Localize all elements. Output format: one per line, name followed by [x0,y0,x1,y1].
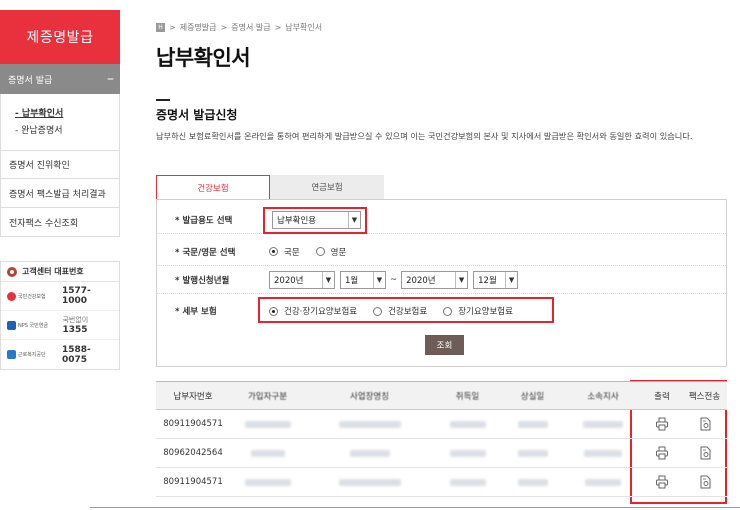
highlight-insurance [258,297,554,323]
table-row: 80911904571 [156,410,727,439]
tab-pension-insurance[interactable]: 연금보험 [270,175,384,199]
col-payer-no: 납부자번호 [173,391,213,402]
printer-icon[interactable] [655,446,669,460]
sidebar-item-efax[interactable]: 전자팩스 수신조회 [0,208,120,237]
description: 납부하신 보험료확인서를 온라인을 통하여 편리하게 발급받으실 수 있으며 이… [156,131,693,141]
section-rule [156,99,170,101]
to-year-select[interactable]: 2020년 ▼ [401,270,469,289]
page-title: 납부확인서 [156,46,251,70]
contact-row: 근로복지공단 1588-0075 [1,340,119,369]
language-row: * 국문/영문 선택 국문 영문 [157,238,726,266]
table-row: 80962042564 [156,439,727,468]
col-acquired: 취득일 [455,391,480,402]
chevron-down-icon: ▼ [505,271,517,288]
col-lost: 상실일 [520,391,545,402]
contact-org: NPS 국민연금 [18,322,48,329]
table-header: 납부자번호 가입자구분 사업장명칭 취득일 상실일 소속지사 출력 팩스전송 [156,381,727,410]
sidebar-section-certificate[interactable]: 증명서 발급 – [0,64,120,94]
radio-button [269,247,278,256]
breadcrumb-item[interactable]: 증명서 발급 [231,22,270,33]
contact-number: 국번없이1355 [62,316,89,335]
sidebar-subitem-payment-confirm[interactable]: - 납부확인서 [15,106,119,119]
to-month-select[interactable]: 12월 ▼ [473,270,519,289]
contact-row: 국민건강보험 1577-1000 [1,282,119,311]
nps-logo: NPS 국민연금 [7,320,62,330]
collapse-icon[interactable]: – [107,72,114,86]
language-label: 국문/영문 선택 [182,247,236,258]
contact-number: 1577-1000 [61,286,91,306]
printer-icon[interactable] [655,475,669,489]
chevron-down-icon: ▼ [373,271,385,288]
contact-title: 고객센터 대표번호 [1,266,119,282]
highlight-purpose [263,207,367,234]
col-print: 출력 [654,391,670,402]
from-year-select[interactable]: 2020년 ▼ [269,270,335,289]
contact-box: 고객센터 대표번호 국민건강보험 1577-1000 NPS 국민연금 국번없이… [0,261,120,370]
col-member-type: 가입자구분 [247,391,288,402]
sidebar-section-label: 증명서 발급 [8,75,53,86]
payer-number: 80911904571 [163,477,223,487]
headset-icon [7,266,17,277]
contact-org: 근로복지공단 [18,352,46,358]
fax-document-icon[interactable] [698,446,712,460]
section-title: 증명서 발급신청 [156,108,238,122]
printer-icon[interactable] [655,417,669,431]
payer-number: 80911904571 [163,419,223,429]
fax-document-icon[interactable] [698,475,712,489]
breadcrumb: H > 제증명발급 > 증명서 발급 > 납부확인서 [156,22,322,33]
insurance-tabs: 건강보험 연금보험 [156,175,384,200]
payer-number: 80962042564 [163,448,223,458]
search-button[interactable]: 조회 [425,335,464,355]
home-icon[interactable]: H [156,23,165,32]
contact-title-label: 고객센터 대표번호 [22,267,84,276]
radio-english[interactable]: 영문 [315,246,346,258]
fax-document-icon[interactable] [698,417,712,431]
bottom-divider [90,507,740,508]
breadcrumb-item[interactable]: 제증명발급 [180,22,217,33]
sidebar-item-verify[interactable]: 증명서 진위확인 [0,150,120,179]
insurance-label: 세부 보험 [182,307,217,317]
col-fax: 팩스전송 [688,391,721,402]
purpose-row: * 발급용도 선택 납부확인용 ▼ [157,206,726,234]
radio-button [315,247,325,256]
results-table: 납부자번호 가입자구분 사업장명칭 취득일 상실일 소속지사 출력 팩스전송 8… [156,381,727,497]
contact-row: NPS 국민연금 국번없이1355 [1,311,119,340]
radio-korean[interactable]: 국문 [269,246,300,258]
comwel-logo: 근로복지공단 [7,350,62,359]
chevron-down-icon: ▼ [322,271,334,288]
sidebar-title[interactable]: 제증명발급 [0,10,120,64]
contact-number: 1588-0075 [61,344,91,365]
period-row: * 발행신청년월 2020년 ▼ 1월 ▼ ~ 2020년 ▼ 12월 ▼ [157,266,726,294]
from-month-select[interactable]: 1월 ▼ [340,270,386,289]
sidebar-sublist: - 납부확인서 - 완납증명서 [0,94,120,150]
contact-org: 국민건강보험 [18,293,46,300]
col-workplace: 사업장명칭 [349,391,390,402]
purpose-label: 발급용도 선택 [182,215,233,226]
breadcrumb-item: 납부확인서 [285,23,323,32]
sidebar: 제증명발급 증명서 발급 – - 납부확인서 - 완납증명서 증명서 진위확인 … [0,10,120,370]
sidebar-subitem-full-payment[interactable]: - 완납증명서 [15,123,119,136]
tab-health-insurance[interactable]: 건강보험 [156,175,270,200]
col-branch: 소속지사 [587,391,619,402]
nhis-logo: 국민건강보험 [7,291,62,301]
table-row: 80911904571 [156,468,727,497]
sidebar-item-fax-result[interactable]: 증명서 팩스발급 처리결과 [0,179,120,208]
chevron-down-icon: ▼ [455,271,467,288]
period-label: 발행신청년월 [182,275,230,286]
